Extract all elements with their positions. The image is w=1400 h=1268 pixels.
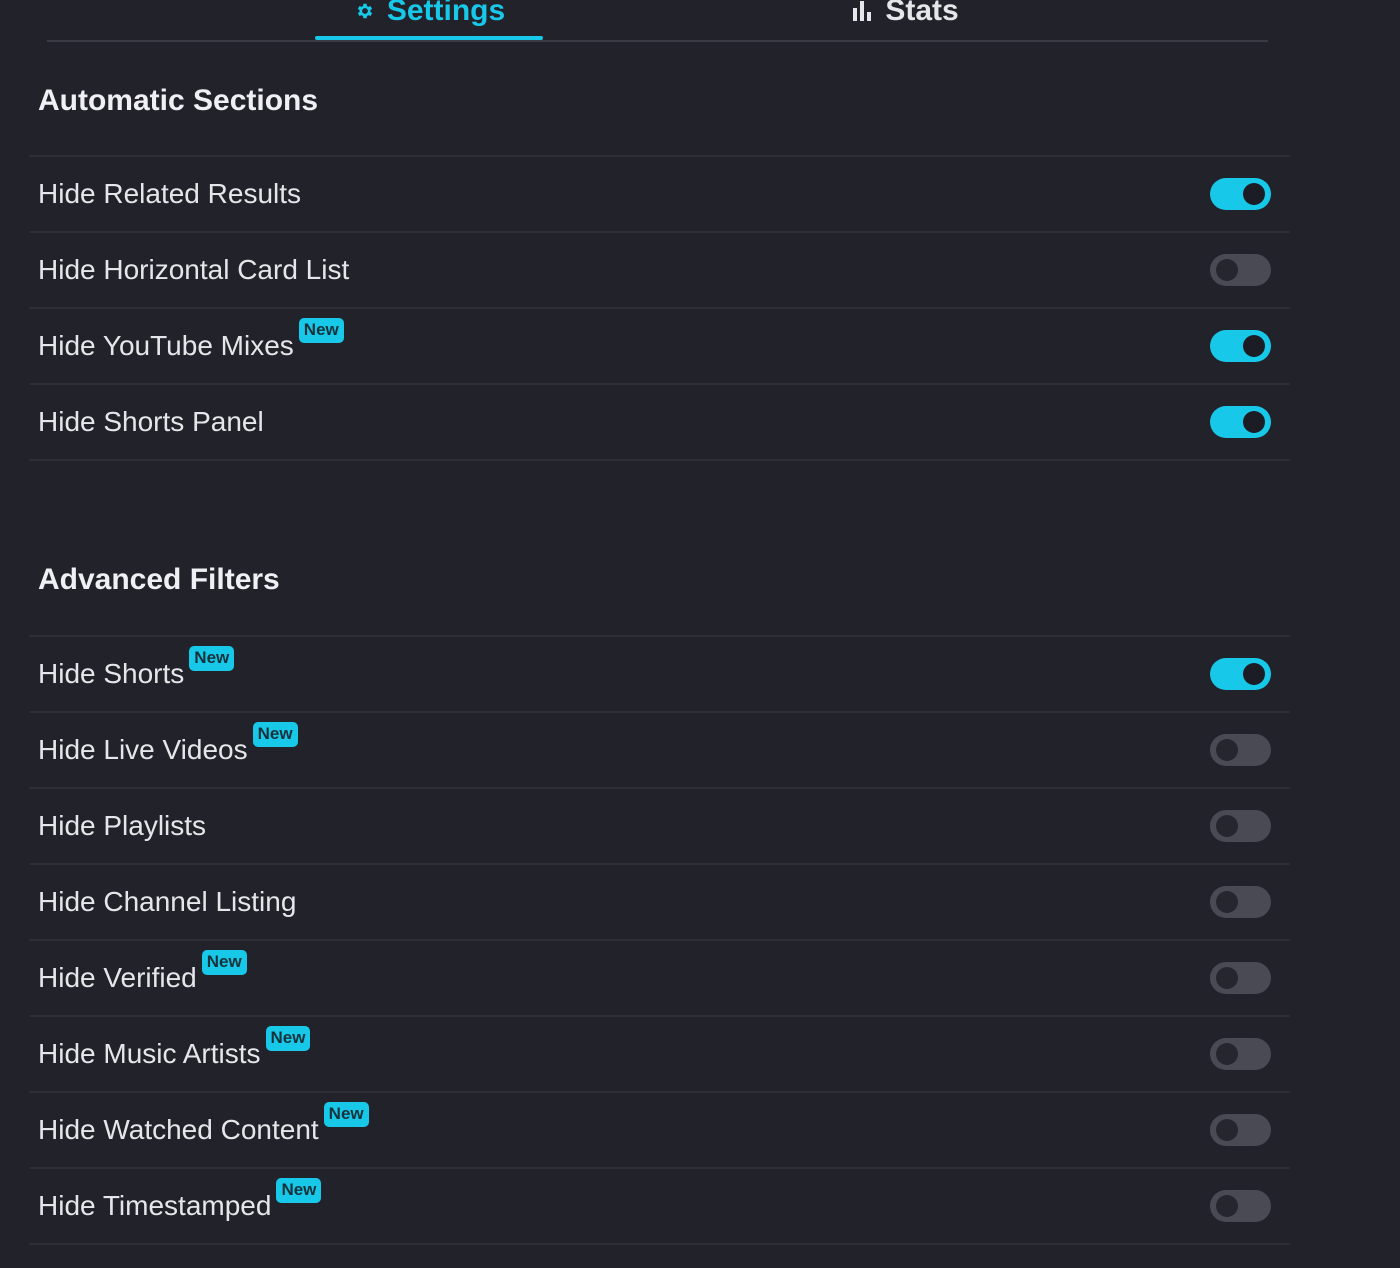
setting-row-hide-shorts-panel: Hide Shorts Panel: [29, 385, 1290, 461]
setting-label-hide-related-results: Hide Related Results: [38, 178, 301, 210]
tab-stats[interactable]: Stats: [843, 0, 967, 36]
new-badge: New: [265, 1026, 311, 1051]
toggle-hide-youtube-mixes[interactable]: [1210, 330, 1271, 362]
setting-label-hide-shorts: Hide Shorts New: [38, 646, 235, 690]
setting-label-text: Hide YouTube Mixes: [38, 330, 294, 361]
toggle-knob: [1216, 739, 1238, 761]
setting-label-text: Hide Timestamped: [38, 1190, 272, 1221]
toggle-hide-shorts[interactable]: [1210, 658, 1271, 690]
setting-row-hide-music-artists: Hide Music Artists New: [29, 1017, 1290, 1093]
toggle-knob: [1216, 891, 1238, 913]
setting-label-text: Hide Shorts: [38, 658, 185, 689]
automatic-sections-list: Hide Related Results Hide Horizontal Card…: [29, 155, 1290, 461]
tab-bar: Settings Stats: [47, 0, 1268, 42]
toggle-knob: [1216, 967, 1238, 989]
toggle-knob: [1216, 259, 1238, 281]
setting-row-hide-horizontal-card-list: Hide Horizontal Card List: [29, 233, 1290, 309]
setting-label-hide-live-videos: Hide Live Videos New: [38, 722, 298, 766]
setting-label-text: Hide Verified: [38, 962, 197, 993]
setting-label-text: Hide Playlists: [38, 810, 207, 841]
setting-label-text: Hide Channel Listing: [38, 886, 297, 917]
setting-row-hide-playlists: Hide Playlists: [29, 789, 1290, 865]
setting-row-hide-timestamped: Hide Timestamped New: [29, 1169, 1290, 1245]
setting-row-hide-channel-listing: Hide Channel Listing: [29, 865, 1290, 941]
new-badge: New: [189, 646, 235, 671]
new-badge: New: [276, 1178, 322, 1203]
setting-label-text: Hide Live Videos: [38, 734, 248, 765]
toggle-knob: [1243, 411, 1265, 433]
toggle-hide-verified[interactable]: [1210, 962, 1271, 994]
setting-label-text: Hide Watched Content: [38, 1114, 319, 1145]
bar-chart-icon: [851, 0, 875, 23]
toggle-hide-shorts-panel[interactable]: [1210, 406, 1271, 438]
setting-label-hide-channel-listing: Hide Channel Listing: [38, 886, 296, 918]
toggle-hide-related-results[interactable]: [1210, 178, 1271, 210]
tab-settings[interactable]: Settings: [315, 0, 543, 40]
setting-label-hide-horizontal-card-list: Hide Horizontal Card List: [38, 254, 349, 286]
gear-icon: [353, 0, 377, 23]
toggle-hide-watched-content[interactable]: [1210, 1114, 1271, 1146]
toggle-knob: [1216, 1195, 1238, 1217]
setting-row-hide-live-videos: Hide Live Videos New: [29, 713, 1290, 789]
toggle-hide-music-artists[interactable]: [1210, 1038, 1271, 1070]
setting-row-hide-related-results: Hide Related Results: [29, 157, 1290, 233]
setting-row-hide-watched-content: Hide Watched Content New: [29, 1093, 1290, 1169]
toggle-knob: [1216, 1043, 1238, 1065]
setting-label-hide-youtube-mixes: Hide YouTube Mixes New: [38, 318, 344, 362]
toggle-knob: [1243, 335, 1265, 357]
advanced-filters-title: Advanced Filters: [38, 563, 280, 596]
setting-label-hide-music-artists: Hide Music Artists New: [38, 1026, 311, 1070]
new-badge: New: [201, 950, 247, 975]
new-badge: New: [252, 722, 298, 747]
setting-label-hide-shorts-panel: Hide Shorts Panel: [38, 406, 264, 438]
setting-label-hide-timestamped: Hide Timestamped New: [38, 1178, 322, 1222]
setting-label-hide-playlists: Hide Playlists: [38, 810, 206, 842]
setting-label-text: Hide Music Artists: [38, 1038, 261, 1069]
toggle-knob: [1216, 815, 1238, 837]
new-badge: New: [323, 1102, 369, 1127]
toggle-hide-playlists[interactable]: [1210, 810, 1271, 842]
toggle-hide-channel-listing[interactable]: [1210, 886, 1271, 918]
toggle-knob: [1216, 1119, 1238, 1141]
toggle-hide-timestamped[interactable]: [1210, 1190, 1271, 1222]
setting-row-hide-shorts: Hide Shorts New: [29, 637, 1290, 713]
setting-label-text: Hide Horizontal Card List: [38, 254, 350, 285]
setting-label-text: Hide Related Results: [38, 178, 302, 209]
toggle-knob: [1243, 183, 1265, 205]
toggle-hide-horizontal-card-list[interactable]: [1210, 254, 1271, 286]
setting-label-text: Hide Shorts Panel: [38, 406, 264, 437]
setting-row-hide-youtube-mixes: Hide YouTube Mixes New: [29, 309, 1290, 385]
new-badge: New: [298, 318, 344, 343]
toggle-hide-live-videos[interactable]: [1210, 734, 1271, 766]
tab-stats-label: Stats: [885, 0, 959, 27]
toggle-knob: [1243, 663, 1265, 685]
advanced-filters-list: Hide Shorts New Hide Live Videos New Hide Pl…: [29, 635, 1290, 1245]
setting-row-hide-verified: Hide Verified New: [29, 941, 1290, 1017]
settings-page: Settings Stats Automatic Sections Hide R…: [0, 0, 1400, 1268]
setting-label-hide-watched-content: Hide Watched Content New: [38, 1102, 369, 1146]
automatic-sections-title: Automatic Sections: [38, 84, 319, 117]
tab-settings-label: Settings: [386, 0, 506, 27]
setting-label-hide-verified: Hide Verified New: [38, 950, 247, 994]
